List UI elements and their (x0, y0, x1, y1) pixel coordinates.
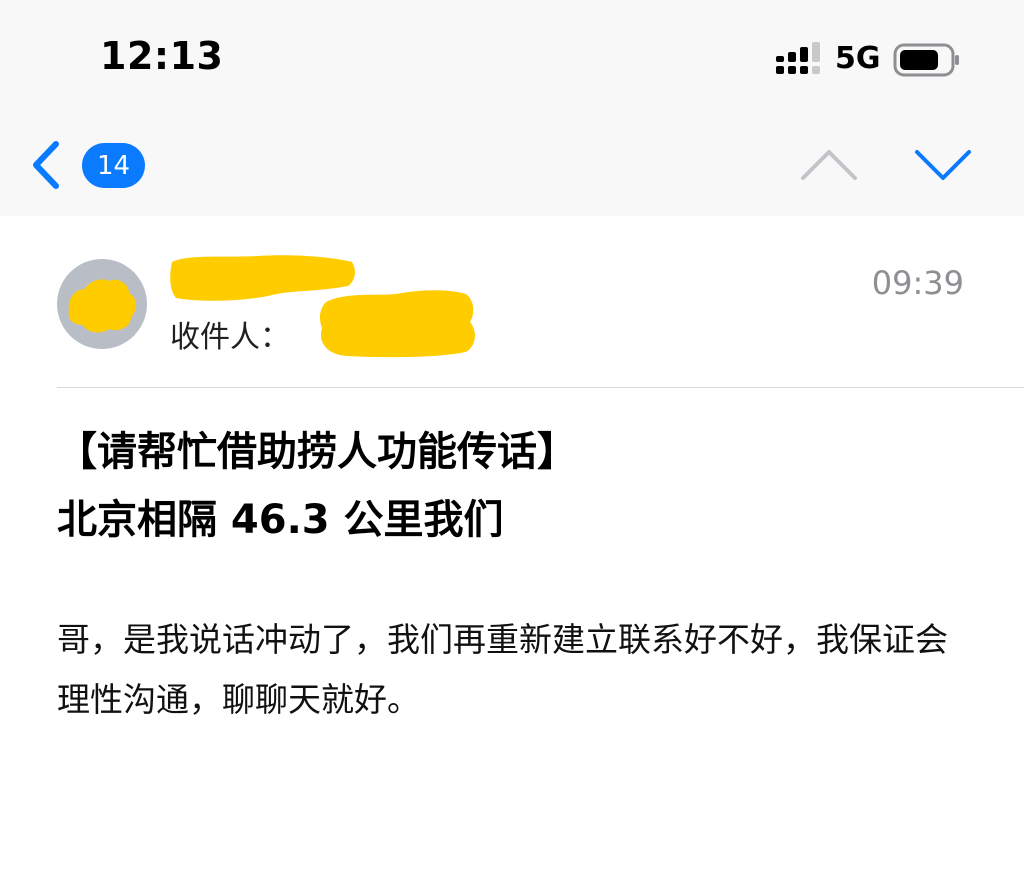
redaction-mark (68, 279, 137, 333)
network-type: 5G (835, 41, 881, 76)
recipient-name-redacted[interactable] (316, 282, 478, 360)
top-bar (0, 0, 1024, 216)
battery-icon (893, 43, 959, 77)
recipient-label: 收件人： (170, 320, 290, 355)
subject-line-1: 【请帮忙借助捞人功能传话】 (57, 429, 577, 475)
subject-line-2: 北京相隔 46.3 公里我们 (57, 497, 504, 543)
back-button[interactable] (22, 136, 66, 194)
unread-count-badge[interactable]: 14 (82, 143, 145, 188)
message-time: 09:39 (871, 264, 964, 302)
chevron-down-icon (915, 150, 971, 180)
status-time: 12:13 (100, 34, 224, 78)
header-divider (57, 387, 1024, 388)
sender-avatar[interactable] (57, 259, 147, 349)
chevron-up-icon (801, 150, 857, 180)
cellular-signal-icon (776, 42, 820, 74)
chevron-left-icon (33, 141, 59, 189)
message-body: 哥，是我说话冲动了，我们再重新建立联系好不好，我保证会理性沟通，聊聊天就好。 (57, 620, 948, 719)
next-message-button[interactable] (912, 140, 974, 190)
previous-message-button (801, 150, 857, 180)
message-subject: 【请帮忙借助捞人功能传话】 北京相隔 46.3 公里我们 (57, 418, 977, 554)
